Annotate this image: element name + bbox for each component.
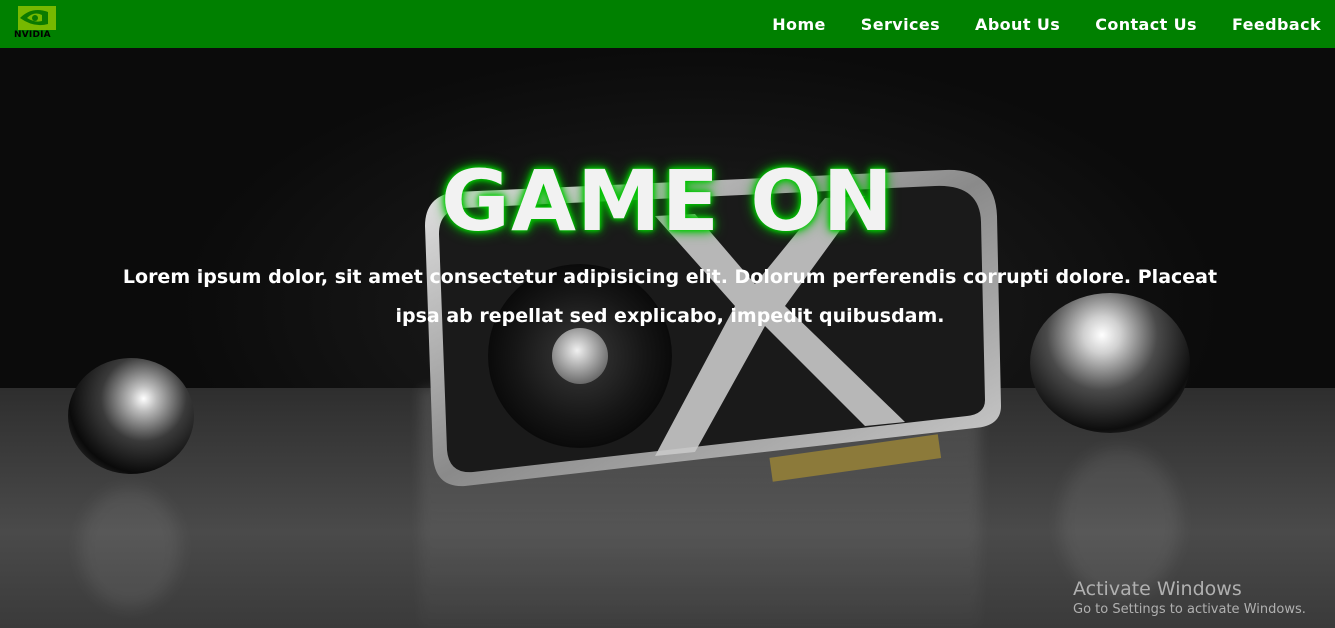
- nvidia-logo[interactable]: NVIDIA: [14, 6, 64, 44]
- nav-links: Home Services About Us Contact Us Feedba…: [772, 0, 1335, 48]
- logo-text: NVIDIA: [14, 30, 51, 40]
- sphere-right-reflection: [1060, 448, 1180, 598]
- hero-title: GAME ON: [441, 152, 894, 250]
- watermark-subtitle: Go to Settings to activate Windows.: [1073, 602, 1306, 617]
- sphere-left-reflection: [80, 488, 180, 608]
- nav-about-link[interactable]: About Us: [975, 15, 1060, 34]
- nav-contact-link[interactable]: Contact Us: [1095, 15, 1197, 34]
- nav-feedback-link[interactable]: Feedback: [1232, 15, 1321, 34]
- navbar: NVIDIA Home Services About Us Contact Us…: [0, 0, 1335, 48]
- hero-section: GAME ON Lorem ipsum dolor, sit amet cons…: [0, 48, 1335, 628]
- nav-services-link[interactable]: Services: [861, 15, 940, 34]
- chrome-sphere-left: [68, 358, 194, 474]
- nav-home-link[interactable]: Home: [772, 15, 826, 34]
- nvidia-eye-icon: [18, 6, 56, 30]
- windows-activation-watermark: Activate Windows Go to Settings to activ…: [1073, 578, 1306, 617]
- watermark-title: Activate Windows: [1073, 578, 1242, 600]
- hero-description: Lorem ipsum dolor, sit amet consectetur …: [122, 266, 1218, 327]
